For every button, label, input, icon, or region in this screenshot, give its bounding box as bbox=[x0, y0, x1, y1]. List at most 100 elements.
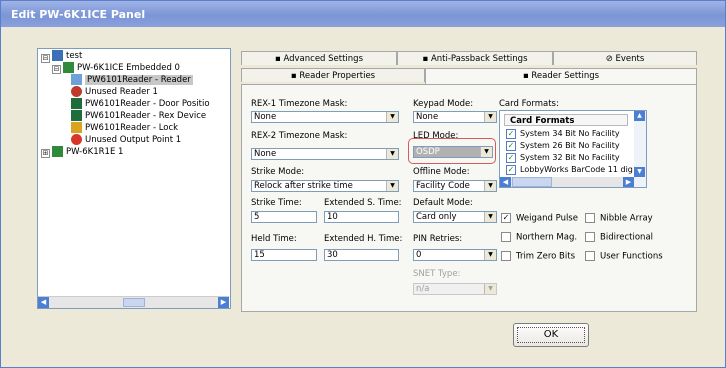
tree-item-label: PW6101Reader - Door Positio bbox=[85, 99, 210, 109]
tab-reader-properties[interactable]: ▪ Reader Properties bbox=[241, 68, 425, 82]
checkbox-label: User Functions bbox=[600, 251, 663, 262]
keypad-mode-select[interactable]: None ▼ bbox=[413, 111, 497, 123]
card-formats-label: Card Formats: bbox=[499, 99, 559, 109]
output-icon bbox=[71, 134, 82, 145]
default-mode-select[interactable]: Card only ▼ bbox=[413, 211, 497, 223]
tree-item-label: test bbox=[66, 51, 83, 61]
expand-collapse-icon[interactable]: ⊞ bbox=[41, 149, 50, 158]
events-icon: ⊘ bbox=[605, 54, 616, 64]
default-mode-value: Card only bbox=[416, 212, 457, 222]
card-format-item[interactable]: ✓ System 26 Bit No Facility bbox=[506, 140, 620, 151]
chevron-down-icon[interactable]: ▼ bbox=[386, 149, 398, 159]
checkbox-icon[interactable] bbox=[501, 232, 511, 242]
held-time-input[interactable]: 15 bbox=[251, 249, 317, 261]
scroll-right-icon[interactable]: ▶ bbox=[623, 177, 634, 187]
pin-retries-value: 0 bbox=[416, 250, 422, 260]
card-format-label: System 34 Bit No Facility bbox=[520, 129, 620, 138]
rex1-value: None bbox=[254, 112, 277, 122]
strike-time-input[interactable]: 5 bbox=[251, 211, 317, 223]
expand-collapse-icon[interactable]: ⊟ bbox=[41, 54, 50, 63]
snet-type-select: n/a ▼ bbox=[413, 283, 497, 295]
card-format-item[interactable]: ✓ System 34 Bit No Facility bbox=[506, 128, 620, 139]
checkbox-icon[interactable] bbox=[585, 251, 595, 261]
scroll-left-icon[interactable]: ◀ bbox=[38, 297, 49, 308]
tree-item-label: PW6101Reader - Reader bbox=[85, 75, 193, 85]
device-tree[interactable]: ⊟ test ⊟ PW-6K1ICE Embedded 0 PW6101Read… bbox=[37, 48, 231, 309]
tab-label: Reader Settings bbox=[531, 71, 600, 81]
rex2-label: REX-2 Timezone Mask: bbox=[251, 131, 348, 141]
expand-collapse-icon[interactable]: ⊟ bbox=[52, 65, 61, 74]
ok-button[interactable]: OK bbox=[513, 323, 589, 347]
nibble-array-checkbox[interactable]: Nibble Array bbox=[585, 213, 653, 224]
tree-item-label: PW6101Reader - Lock bbox=[85, 123, 179, 133]
checkbox-label: Weigand Pulse bbox=[516, 213, 578, 224]
unused-reader-icon bbox=[71, 86, 82, 97]
folder-icon bbox=[52, 50, 63, 61]
extended-held-time-input[interactable]: 30 bbox=[324, 249, 399, 261]
scroll-thumb[interactable] bbox=[123, 298, 145, 307]
northern-mag-checkbox[interactable]: Northern Mag. bbox=[501, 232, 577, 243]
tree-item-panel-1r1e[interactable]: PW-6K1R1E 1 bbox=[52, 146, 123, 159]
scroll-right-icon[interactable]: ▶ bbox=[218, 297, 229, 308]
tab-reader-settings[interactable]: ▪ Reader Settings bbox=[425, 68, 697, 84]
chevron-down-icon[interactable]: ▼ bbox=[386, 112, 398, 122]
tab-label: Events bbox=[615, 54, 645, 64]
extended-strike-time-input[interactable]: 10 bbox=[324, 211, 399, 223]
offline-mode-select[interactable]: Facility Code ▼ bbox=[413, 180, 497, 192]
tree-item-label: PW6101Reader - Rex Device bbox=[85, 111, 207, 121]
checkbox-icon[interactable] bbox=[585, 213, 595, 223]
checkbox-checked-icon[interactable]: ✓ bbox=[506, 152, 516, 163]
checkbox-icon[interactable] bbox=[501, 251, 511, 261]
snet-type-value: n/a bbox=[416, 284, 430, 294]
window-title: Edit PW-6K1ICE Panel bbox=[11, 8, 146, 21]
strike-time-label: Strike Time: bbox=[251, 198, 302, 208]
chevron-down-icon[interactable]: ▼ bbox=[484, 250, 496, 260]
card-formats-horizontal-scrollbar[interactable]: ◀ ▶ bbox=[500, 177, 634, 187]
card-format-item[interactable]: ✓ LobbyWorks BarCode 11 dig bbox=[506, 164, 633, 175]
tab-label: Reader Properties bbox=[299, 71, 376, 81]
tree-item-label: PW-6K1ICE Embedded 0 bbox=[77, 63, 180, 73]
rex-icon bbox=[71, 110, 82, 121]
checkbox-label: Trim Zero Bits bbox=[516, 251, 575, 262]
pin-retries-select[interactable]: 0 ▼ bbox=[413, 249, 497, 261]
title-bar[interactable]: Edit PW-6K1ICE Panel bbox=[1, 1, 725, 27]
chevron-down-icon[interactable]: ▼ bbox=[484, 212, 496, 222]
pin-retries-label: PIN Retries: bbox=[413, 234, 463, 244]
strike-mode-value: Relock after strike time bbox=[254, 181, 353, 191]
held-time-label: Held Time: bbox=[251, 234, 297, 244]
card-formats-vertical-scrollbar[interactable]: ▲ ▼ bbox=[634, 111, 646, 187]
scroll-left-icon[interactable]: ◀ bbox=[500, 177, 511, 187]
checkbox-checked-icon[interactable]: ✓ bbox=[506, 164, 516, 175]
extended-held-time-label: Extended H. Time: bbox=[324, 234, 403, 244]
checkbox-checked-icon[interactable]: ✓ bbox=[501, 213, 511, 223]
scroll-up-icon[interactable]: ▲ bbox=[634, 111, 645, 121]
card-format-item[interactable]: ✓ System 32 Bit No Facility bbox=[506, 152, 620, 163]
tree-item-label: Unused Output Point 1 bbox=[85, 135, 182, 145]
scroll-down-icon[interactable]: ▼ bbox=[634, 167, 645, 177]
user-functions-checkbox[interactable]: User Functions bbox=[585, 251, 663, 262]
chevron-down-icon[interactable]: ▼ bbox=[484, 112, 496, 122]
chevron-down-icon[interactable]: ▼ bbox=[484, 181, 496, 191]
card-formats-list[interactable]: Card Formats ✓ System 34 Bit No Facility … bbox=[499, 110, 647, 188]
tab-anti-passback-settings[interactable]: ▪ Anti-Passback Settings bbox=[397, 51, 553, 65]
rex2-value: None bbox=[254, 149, 277, 159]
tab-label: Advanced Settings bbox=[283, 54, 364, 64]
rex2-timezone-select[interactable]: None ▼ bbox=[251, 148, 399, 160]
tab-events[interactable]: ⊘ Events bbox=[553, 51, 697, 65]
tab-advanced-settings[interactable]: ▪ Advanced Settings bbox=[241, 51, 397, 65]
checkbox-checked-icon[interactable]: ✓ bbox=[506, 128, 516, 139]
checkbox-checked-icon[interactable]: ✓ bbox=[506, 140, 516, 151]
chevron-down-icon[interactable]: ▼ bbox=[386, 181, 398, 191]
weigand-pulse-checkbox[interactable]: ✓ Weigand Pulse bbox=[501, 213, 578, 224]
rex1-timezone-select[interactable]: None ▼ bbox=[251, 111, 399, 123]
strike-mode-select[interactable]: Relock after strike time ▼ bbox=[251, 180, 399, 192]
checkbox-icon[interactable] bbox=[585, 232, 595, 242]
tree-item-label: PW-6K1R1E 1 bbox=[66, 147, 124, 157]
checkbox-label: Bidirectional bbox=[600, 232, 654, 243]
default-mode-label: Default Mode: bbox=[413, 198, 473, 208]
trim-zero-bits-checkbox[interactable]: Trim Zero Bits bbox=[501, 251, 575, 262]
bidirectional-checkbox[interactable]: Bidirectional bbox=[585, 232, 653, 243]
card-format-label: LobbyWorks BarCode 11 dig bbox=[520, 165, 633, 174]
tree-horizontal-scrollbar[interactable]: ◀ ▶ bbox=[38, 296, 229, 308]
scroll-thumb[interactable] bbox=[512, 177, 552, 187]
